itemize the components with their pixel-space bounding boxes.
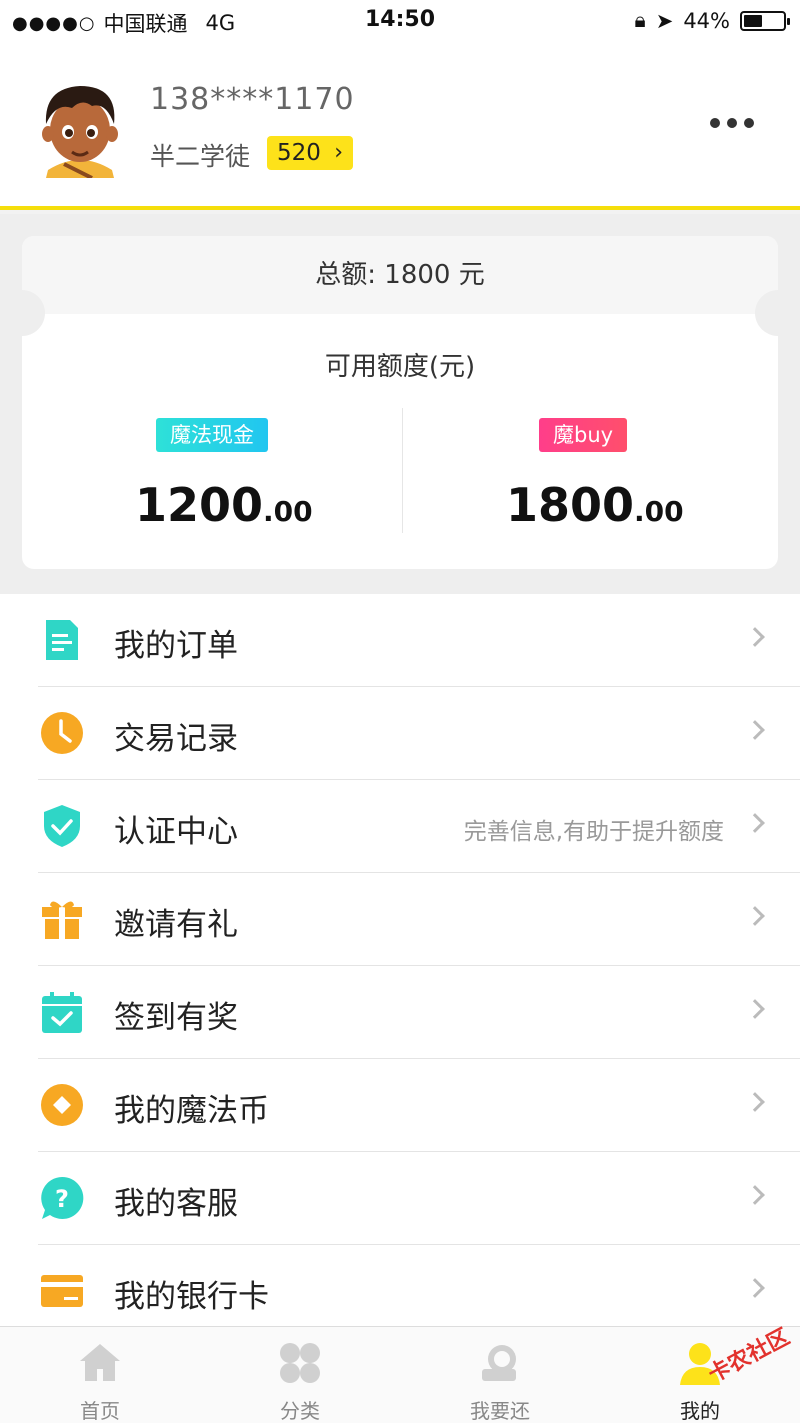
magic-cash-amount: 1200.00 [135, 478, 313, 532]
menu-item-verification[interactable]: 认证中心 完善信息,有助于提升额度 [0, 780, 800, 873]
user-phone: 138****1170 [150, 82, 355, 117]
chevron-right-icon [745, 720, 765, 740]
credit-section: 总额: 1800 元 可用额度(元) 魔法现金 1200.00 魔buy 180… [0, 214, 800, 594]
points-value: 520 [277, 140, 321, 166]
tab-bar: 首页 分类 我要还 我的 [0, 1326, 800, 1423]
menu-item-customer-service[interactable]: ? 我的客服 [0, 1152, 800, 1245]
rotation-lock-icon: 🔒︎ [634, 8, 646, 32]
coin-icon [41, 1084, 83, 1126]
question-bubble-icon: ? [41, 1176, 84, 1219]
magic-buy-amount: 1800.00 [506, 478, 684, 532]
chevron-right-icon [745, 813, 765, 833]
menu-item-transactions[interactable]: 交易记录 [0, 687, 800, 780]
menu-list: 我的订单 交易记录 认证中心 完善信息,有助于提升额度 邀请有礼 签到有奖 我的… [0, 594, 800, 1338]
tab-label: 我的 [680, 1399, 720, 1423]
menu-item-orders[interactable]: 我的订单 [0, 594, 800, 687]
chevron-right-icon [745, 627, 765, 647]
credit-card[interactable]: 总额: 1800 元 可用额度(元) 魔法现金 1200.00 魔buy 180… [22, 236, 778, 569]
gift-icon [42, 901, 82, 939]
clock-icon [41, 712, 83, 754]
magic-cash-tag: 魔法现金 [156, 418, 268, 452]
menu-item-label: 我的魔法币 [114, 1093, 269, 1129]
menu-item-label: 我的客服 [114, 1186, 238, 1222]
shield-check-icon [44, 805, 80, 847]
avatar[interactable] [34, 80, 126, 178]
menu-item-label: 邀请有礼 [114, 907, 238, 943]
category-icon [280, 1343, 320, 1383]
user-level: 半二学徒 [150, 142, 251, 171]
menu-item-label: 交易记录 [114, 721, 238, 757]
chevron-right-icon [745, 1278, 765, 1298]
menu-item-label: 签到有奖 [114, 1000, 238, 1036]
menu-item-bank-card[interactable]: 我的银行卡 [0, 1245, 800, 1338]
chevron-right-icon [745, 906, 765, 926]
chevron-right-icon [745, 999, 765, 1019]
chevron-right-icon [745, 1185, 765, 1205]
status-bar: ●●●●○ 中国联通 4G 14:50 🔒︎ ➤ 44% [0, 0, 800, 42]
calendar-check-icon [42, 992, 82, 1033]
tab-category[interactable]: 分类 [200, 1327, 400, 1423]
tab-repay[interactable]: 我要还 [400, 1327, 600, 1423]
status-right: 🔒︎ ➤ 44% [634, 8, 790, 33]
menu-item-label: 我的订单 [114, 628, 238, 664]
total-credit: 总额: 1800 元 [22, 236, 778, 314]
profile-header: 138****1170 半二学徒 520 › [0, 42, 800, 210]
menu-item-label: 我的银行卡 [114, 1279, 269, 1315]
tab-label: 首页 [80, 1399, 120, 1423]
available-credit-title: 可用额度(元) [324, 352, 476, 382]
tab-label: 分类 [280, 1399, 320, 1423]
chevron-right-icon: › [334, 140, 343, 165]
menu-item-checkin[interactable]: 签到有奖 [0, 966, 800, 1059]
more-options-icon[interactable] [710, 118, 754, 128]
battery-percent: 44% [683, 8, 730, 33]
battery-icon [740, 10, 790, 31]
credit-divider [402, 408, 403, 533]
tab-label: 我要还 [470, 1399, 530, 1423]
home-icon [80, 1344, 120, 1381]
points-badge[interactable]: 520 › [267, 136, 353, 170]
location-icon: ➤ [655, 8, 674, 33]
tab-home[interactable]: 首页 [0, 1327, 200, 1423]
bank-card-icon [41, 1275, 83, 1307]
chevron-right-icon [745, 1092, 765, 1112]
repay-icon [482, 1345, 516, 1381]
menu-item-invite[interactable]: 邀请有礼 [0, 873, 800, 966]
document-icon [46, 620, 78, 660]
magic-buy-tag: 魔buy [539, 418, 628, 452]
menu-item-magic-coins[interactable]: 我的魔法币 [0, 1059, 800, 1152]
menu-item-label: 认证中心 [114, 814, 238, 850]
verification-hint: 完善信息,有助于提升额度 [463, 819, 724, 845]
svg-text:?: ? [55, 1185, 69, 1213]
